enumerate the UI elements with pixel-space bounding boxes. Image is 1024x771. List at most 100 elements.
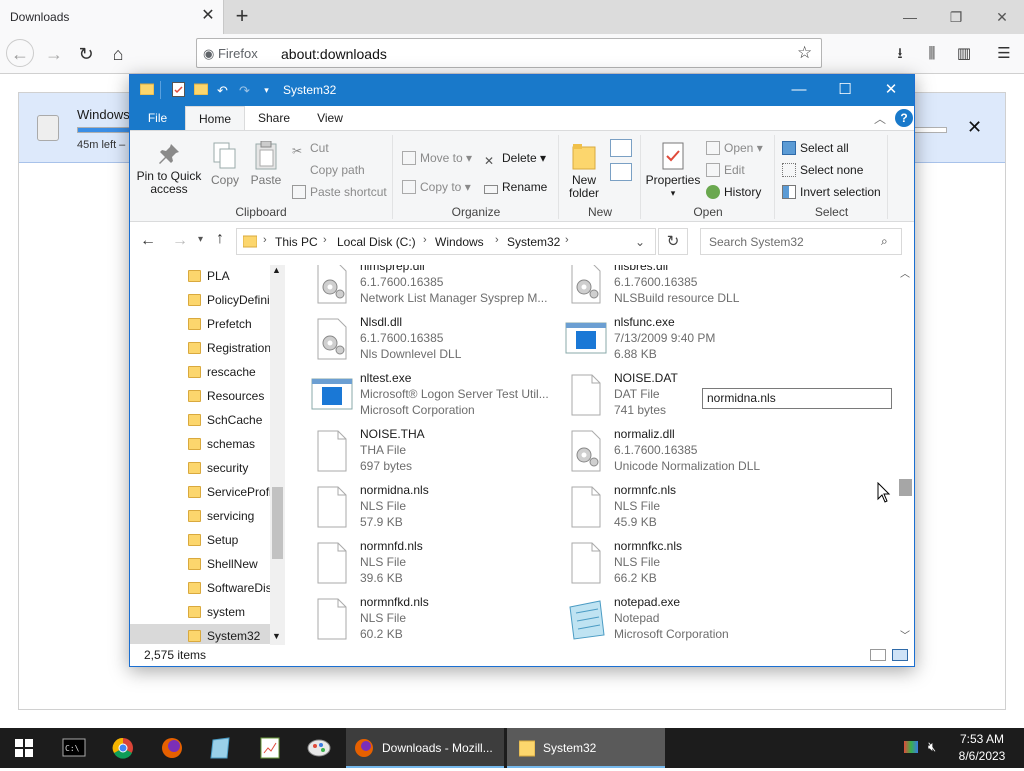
bookmark-star-icon[interactable]: ☆ [797, 43, 812, 63]
back-icon[interactable]: ← [6, 39, 34, 67]
tiles-view-icon[interactable] [892, 649, 908, 661]
tree-item-registration[interactable]: Registration [188, 337, 278, 359]
color-tray-icon[interactable] [904, 741, 918, 753]
taskbar-firefox-window[interactable]: Downloads - Mozill... [346, 728, 504, 768]
close-icon[interactable]: ✕ [868, 75, 914, 106]
file-item[interactable]: normnfkc.nls NLS File 66.2 KB [564, 539, 814, 593]
undo-icon[interactable]: ↶ [214, 82, 231, 99]
file-item[interactable]: Nlsdl.dll 6.1.7600.16385 Nls Downlevel DLL [310, 315, 560, 369]
tree-item-resources[interactable]: Resources [188, 385, 278, 407]
spreadsheet-app-icon[interactable] [246, 728, 294, 768]
nav-scroll-thumb[interactable] [272, 487, 283, 559]
edit-button[interactable]: Edit [706, 163, 745, 177]
pin-quick-access-button[interactable]: Pin to Quick access [136, 141, 202, 196]
properties-button[interactable]: Properties ▾ [644, 141, 702, 200]
tab-share[interactable]: Share [247, 106, 301, 130]
details-view-icon[interactable] [870, 649, 886, 661]
nav-scrollbar[interactable]: ▲ ▼ [270, 265, 285, 645]
reload-icon[interactable]: ↻ [72, 40, 100, 68]
file-item[interactable]: nlsbres.dll 6.1.7600.16385 NLSBuild resour… [564, 265, 814, 313]
file-item[interactable]: normnfc.nls NLS File 45.9 KB [564, 483, 814, 537]
customize-qat-icon[interactable]: ▾ [258, 82, 275, 99]
tree-item-system32[interactable]: System32 [188, 625, 278, 647]
cancel-download-icon[interactable]: ✕ [967, 117, 982, 138]
url-text[interactable]: about:downloads [281, 46, 387, 62]
recent-locations-icon[interactable]: ▾ [198, 234, 203, 245]
file-item[interactable]: notepad.exe Notepad Microsoft Corporation [564, 595, 814, 645]
sidebar-icon[interactable]: ▥ [952, 42, 976, 66]
clock-date[interactable]: 8/6/2023 [952, 749, 1012, 763]
address-bar[interactable]: › This PC › Local Disk (C:) › Windows › … [236, 228, 656, 255]
scroll-up-icon[interactable]: ︿ [900, 265, 910, 280]
tree-item-softwaredis[interactable]: SoftwareDis [188, 577, 278, 599]
collapse-ribbon-icon[interactable]: ︿ [874, 110, 886, 127]
copy-button[interactable]: Copy [206, 141, 244, 187]
tree-item-schcache[interactable]: SchCache [188, 409, 278, 431]
invert-selection-button[interactable]: Invert selection [782, 185, 881, 199]
tree-item-system[interactable]: system [188, 601, 278, 623]
paste-button[interactable]: Paste [246, 141, 286, 187]
forward-icon[interactable]: → [172, 232, 188, 250]
up-icon[interactable]: ↑ [216, 230, 224, 248]
close-tab-icon[interactable]: ✕ [198, 6, 218, 26]
breadcrumb-this-pc[interactable]: This PC [275, 235, 318, 249]
file-item[interactable]: NOISE.THA THA File 697 bytes [310, 427, 560, 481]
scroll-down-icon[interactable]: ▼ [272, 631, 281, 641]
cut-button[interactable]: ✂ Cut [292, 141, 329, 158]
forward-icon[interactable]: → [40, 40, 68, 68]
paint-app-icon[interactable] [295, 728, 343, 768]
scroll-down-icon[interactable]: ﹀ [900, 627, 910, 642]
tree-item-shellnew[interactable]: ShellNew [188, 553, 278, 575]
volume-muted-icon[interactable]: 🔇︎ [928, 739, 936, 755]
refresh-icon[interactable]: ↻ [658, 228, 688, 255]
breadcrumb-windows[interactable]: Windows [435, 235, 484, 249]
home-icon[interactable]: ⌂ [104, 40, 132, 68]
move-to-button[interactable]: Move to ▾ [402, 151, 472, 165]
breadcrumb-local-disk[interactable]: Local Disk (C:) [337, 235, 416, 249]
url-bar[interactable]: ◉ Firefox about:downloads ☆ [196, 38, 822, 68]
search-input[interactable]: Search System32 ⌕ [700, 228, 902, 255]
tab-home[interactable]: Home [185, 106, 245, 130]
properties-qat-icon[interactable] [170, 82, 187, 99]
minimize-icon[interactable]: — [896, 6, 924, 28]
help-icon[interactable]: ? [895, 109, 913, 127]
tree-item-rescache[interactable]: rescache [188, 361, 278, 383]
file-item[interactable]: nlmsprep.dll 6.1.7600.16385 Network List M… [310, 265, 560, 313]
tab-view[interactable]: View [303, 106, 357, 130]
file-item[interactable]: normidna.nls NLS File 57.9 KB [310, 483, 560, 537]
firefox-app-icon[interactable] [148, 728, 196, 768]
minimize-icon[interactable]: — [776, 75, 822, 106]
tree-item-policydefini[interactable]: PolicyDefini [188, 289, 278, 311]
chrome-app-icon[interactable] [99, 728, 147, 768]
file-item[interactable]: nlsfunc.exe 7/13/2009 9:40 PM 6.88 KB [564, 315, 814, 369]
back-icon[interactable]: ← [140, 232, 156, 250]
redo-icon[interactable]: ↷ [236, 82, 253, 99]
file-item[interactable]: normaliz.dll 6.1.7600.16385 Unicode Normal… [564, 427, 814, 481]
tree-item-security[interactable]: security [188, 457, 278, 479]
new-item-icon[interactable] [610, 139, 632, 157]
new-folder-button[interactable]: New folder [564, 141, 604, 200]
history-button[interactable]: History [706, 185, 761, 199]
downloads-icon[interactable]: ⭳ [888, 42, 912, 66]
delete-button[interactable]: ✕ Delete ▾ [484, 151, 546, 168]
file-item[interactable]: nltest.exe Microsoft® Logon Server Test U… [310, 371, 560, 425]
easy-access-icon[interactable] [610, 163, 632, 181]
select-none-button[interactable]: Select none [782, 163, 863, 177]
maximize-icon[interactable]: ☐ [822, 75, 868, 106]
paste-shortcut-button[interactable]: Paste shortcut [292, 185, 387, 199]
tab-file[interactable]: File [130, 106, 185, 130]
breadcrumb-system32[interactable]: System32 [507, 235, 560, 249]
clock-time[interactable]: 7:53 AM [952, 732, 1012, 746]
menu-icon[interactable]: ☰ [992, 42, 1016, 66]
close-window-icon[interactable]: ✕ [988, 6, 1016, 28]
explorer-title-bar[interactable]: ↶ ↷ ▾ System32 — ☐ ✕ [130, 75, 914, 106]
tree-item-servicing[interactable]: servicing [188, 505, 278, 527]
new-folder-qat-icon[interactable] [192, 82, 209, 99]
tree-item-setup[interactable]: Setup [188, 529, 278, 551]
file-item[interactable]: normnfd.nls NLS File 39.6 KB [310, 539, 560, 593]
taskbar-explorer-window[interactable]: System32 [507, 728, 665, 768]
file-scrollbar[interactable]: ︿ ﹀ [897, 265, 914, 645]
notepad-app-icon[interactable] [197, 728, 245, 768]
copy-path-button[interactable]: Copy path [292, 163, 365, 177]
rename-button[interactable]: Rename [484, 180, 547, 194]
